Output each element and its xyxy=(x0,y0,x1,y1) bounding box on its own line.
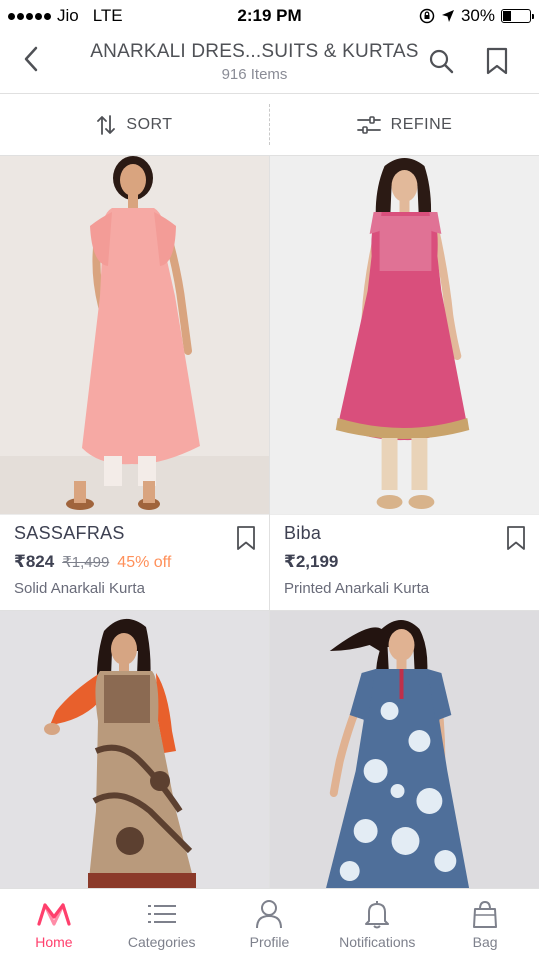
product-wishlist-button[interactable] xyxy=(505,525,527,551)
product-info: Biba ₹2,199 Printed Anarkali Kurta xyxy=(270,514,539,610)
product-name: Solid Anarkali Kurta xyxy=(14,580,145,597)
sort-label: SORT xyxy=(126,115,173,133)
status-right: 30% xyxy=(419,6,534,26)
nav-home[interactable]: Home xyxy=(0,889,108,960)
refine-label: REFINE xyxy=(390,115,453,133)
status-time: 2:19 PM xyxy=(237,6,302,25)
status-left: Jio LTE xyxy=(8,6,123,26)
product-image[interactable] xyxy=(270,611,539,888)
wishlist-button[interactable] xyxy=(480,44,514,78)
user-icon xyxy=(255,899,283,929)
battery-percent: 30% xyxy=(460,6,495,25)
nav-profile-label: Profile xyxy=(249,934,290,950)
bottom-nav: Home Categories Profile Notifications Ba… xyxy=(0,888,539,960)
header-titles: ANARKALI DRES...SUITS & KURTAS 916 Items xyxy=(90,41,419,83)
sort-button[interactable]: SORT xyxy=(0,94,269,155)
nav-home-label: Home xyxy=(35,934,73,950)
header: ANARKALI DRES...SUITS & KURTAS 916 Items xyxy=(0,32,539,94)
sort-icon xyxy=(97,114,116,135)
page-title: ANARKALI DRES...SUITS & KURTAS xyxy=(90,41,419,62)
back-button[interactable] xyxy=(14,42,48,76)
product-discount: 45% off xyxy=(117,554,172,571)
signal-strength-icon xyxy=(8,12,51,20)
bookmark-icon xyxy=(486,47,508,75)
list-icon xyxy=(147,899,177,929)
search-button[interactable] xyxy=(424,44,458,78)
product-brand: SASSAFRAS xyxy=(14,523,125,543)
nav-notifications[interactable]: Notifications xyxy=(323,889,431,960)
product-price: ₹2,199 xyxy=(284,552,339,571)
myntra-logo-icon xyxy=(36,899,72,929)
bookmark-icon xyxy=(507,526,525,550)
nav-categories-label: Categories xyxy=(127,934,196,950)
product-photo xyxy=(270,156,539,514)
product-price: ₹824 xyxy=(14,552,55,571)
search-icon xyxy=(429,49,454,74)
nav-notifications-label: Notifications xyxy=(339,934,416,950)
item-count: 916 Items xyxy=(221,66,288,83)
filter-sliders-icon xyxy=(356,115,381,134)
price-row: ₹824 ₹1,499 45% off xyxy=(14,552,255,572)
nav-bag[interactable]: Bag xyxy=(431,889,539,960)
carrier-name: Jio xyxy=(57,6,79,25)
nav-categories[interactable]: Categories xyxy=(108,889,216,960)
refine-button[interactable]: REFINE xyxy=(270,94,539,155)
product-name: Printed Anarkali Kurta xyxy=(284,580,430,597)
sort-refine-bar: SORT REFINE xyxy=(0,94,539,156)
product-info: SASSAFRAS ₹824 ₹1,499 45% off Solid Anar… xyxy=(0,514,269,610)
product-card[interactable] xyxy=(269,610,539,888)
product-wishlist-button[interactable] xyxy=(235,525,257,551)
product-image[interactable] xyxy=(0,156,269,514)
nav-profile[interactable]: Profile xyxy=(216,889,324,960)
product-photo xyxy=(0,156,269,514)
product-mrp: ₹1,499 xyxy=(62,554,110,571)
price-row: ₹2,199 xyxy=(284,552,525,572)
product-card[interactable]: SASSAFRAS ₹824 ₹1,499 45% off Solid Anar… xyxy=(0,156,269,610)
bell-icon xyxy=(363,899,391,929)
location-arrow-icon xyxy=(441,10,454,22)
chevron-left-icon xyxy=(24,46,38,72)
status-bar: Jio LTE 2:19 PM 30% xyxy=(0,0,539,32)
rotation-lock-icon xyxy=(419,8,435,24)
product-brand: Biba xyxy=(284,523,322,543)
product-card[interactable] xyxy=(0,610,269,888)
product-photo xyxy=(270,611,539,888)
product-photo xyxy=(0,611,269,888)
nav-bag-label: Bag xyxy=(472,934,498,950)
product-image[interactable] xyxy=(270,156,539,514)
bookmark-icon xyxy=(237,526,255,550)
battery-icon xyxy=(501,9,534,23)
product-card[interactable]: Biba ₹2,199 Printed Anarkali Kurta xyxy=(269,156,539,610)
network-type: LTE xyxy=(92,6,123,25)
shopping-bag-icon xyxy=(472,899,498,929)
product-image[interactable] xyxy=(0,611,269,888)
product-grid: SASSAFRAS ₹824 ₹1,499 45% off Solid Anar… xyxy=(0,156,539,888)
